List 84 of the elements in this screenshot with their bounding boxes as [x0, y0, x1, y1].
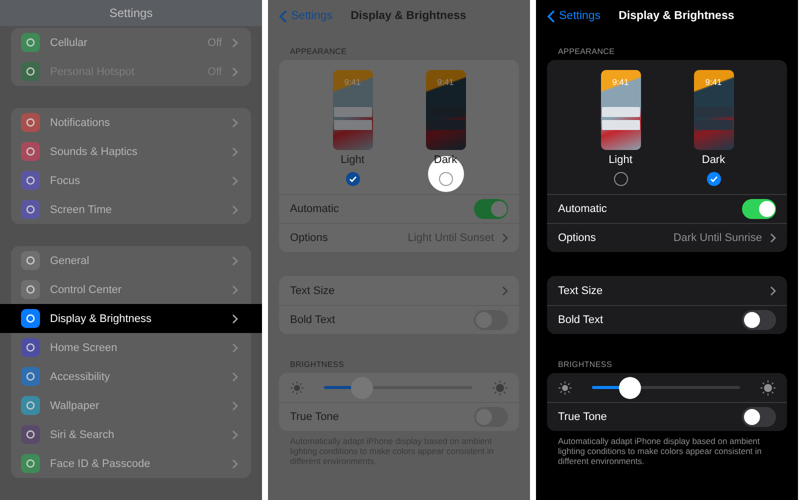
settings-row[interactable]: Control Center	[11, 275, 251, 304]
row-label: True Tone	[558, 411, 608, 423]
chevron-icon	[770, 233, 776, 243]
chevron-icon	[232, 146, 238, 156]
preview-time: 9:41	[705, 77, 722, 87]
settings-row[interactable]: Sounds & Haptics	[11, 137, 251, 166]
chevron-icon	[232, 204, 238, 214]
wallpaper-preview[interactable]: 9:41	[332, 70, 372, 150]
nav-title: Settings	[0, 0, 262, 26]
chevron-icon	[232, 430, 238, 440]
row-label: Automatic	[290, 203, 340, 215]
link-row[interactable]: Text Size	[279, 276, 519, 305]
chevron-icon	[232, 256, 238, 266]
settings-row[interactable]: Notifications	[11, 108, 251, 137]
widget-bar	[334, 120, 372, 130]
settings-row[interactable]: Focus	[11, 166, 251, 195]
chevron-left-icon	[547, 10, 555, 22]
section-header: APPEARANCE	[558, 47, 616, 56]
widget-bar	[694, 120, 732, 130]
chevron-icon	[232, 284, 238, 294]
sun-large-icon	[492, 380, 508, 396]
preview-time: 9:41	[612, 77, 629, 87]
settings-row[interactable]: Face ID & Passcode	[11, 449, 251, 478]
row-label: Automatic	[558, 203, 608, 215]
preview-time: 9:41	[344, 77, 361, 87]
radio-button[interactable]	[614, 172, 628, 186]
chevron-icon	[232, 400, 238, 410]
option-label: Dark	[434, 154, 458, 166]
section-header: BRIGHTNESS	[290, 360, 346, 369]
toggle-switch[interactable]	[742, 199, 776, 219]
chevron-icon	[232, 38, 238, 48]
chevron-icon	[232, 118, 238, 128]
chevron-icon	[770, 286, 776, 296]
sun-small-icon	[558, 380, 572, 394]
chevron-icon	[502, 286, 508, 296]
slider-thumb[interactable]	[619, 376, 642, 398]
settings-row[interactable]: Accessibility	[11, 362, 251, 391]
settings-row[interactable]: Wallpaper	[11, 391, 251, 420]
widget-bar	[426, 107, 464, 117]
widget-bar	[602, 107, 640, 117]
link-row[interactable]: Text Size	[547, 276, 787, 305]
chevron-icon	[502, 233, 508, 243]
wallpaper-preview[interactable]: 9:41	[600, 70, 640, 150]
widget-bar	[694, 107, 732, 117]
settings-row[interactable]: Screen Time	[11, 195, 251, 224]
sun-small-icon	[290, 380, 304, 394]
option-label: Light	[608, 154, 632, 166]
slider-thumb[interactable]	[351, 376, 374, 398]
chevron-icon	[232, 372, 238, 382]
section-header: BRIGHTNESS	[558, 360, 614, 369]
settings-row[interactable]: Display & Brightness	[0, 304, 262, 333]
footer-note: Automatically adapt iPhone display based on ambient lighting conditions to make colors appear consistent in different environments.	[558, 436, 763, 467]
option-label: Dark	[702, 154, 726, 166]
row-label: Bold Text	[558, 314, 604, 326]
preview-time: 9:41	[437, 77, 454, 87]
sun-large-icon	[760, 380, 776, 396]
widget-bar	[334, 107, 372, 117]
settings-row[interactable]: General	[11, 246, 251, 275]
section-header: APPEARANCE	[290, 47, 348, 56]
settings-row[interactable]: Home Screen	[11, 333, 251, 362]
radio-button[interactable]	[438, 172, 452, 186]
widget-bar	[602, 120, 640, 130]
toggle-switch[interactable]	[742, 407, 776, 427]
chevron-icon	[232, 458, 238, 468]
link-row[interactable]: Options Dark Until Sunrise	[547, 223, 787, 252]
radio-button[interactable]	[706, 172, 720, 186]
row-label: True Tone	[290, 411, 340, 423]
nav-title: Display & Brightness	[618, 10, 734, 22]
radio-button[interactable]	[346, 172, 360, 186]
toggle-switch[interactable]	[474, 199, 508, 219]
chevron-icon	[232, 66, 238, 76]
settings-row[interactable]: Siri & Search	[11, 420, 251, 449]
wallpaper-preview[interactable]: 9:41	[694, 70, 734, 150]
back-button[interactable]: Settings	[547, 10, 601, 22]
toggle-switch[interactable]	[742, 310, 776, 330]
wallpaper-preview[interactable]: 9:41	[426, 70, 466, 150]
chevron-icon	[232, 176, 238, 186]
chevron-icon	[232, 314, 238, 324]
widget-bar	[426, 120, 464, 130]
row-label: Bold Text	[290, 314, 336, 326]
chevron-icon	[232, 342, 238, 352]
chevron-left-icon	[279, 10, 287, 22]
option-label: Light	[340, 154, 364, 166]
nav-title: Display & Brightness	[350, 10, 466, 22]
